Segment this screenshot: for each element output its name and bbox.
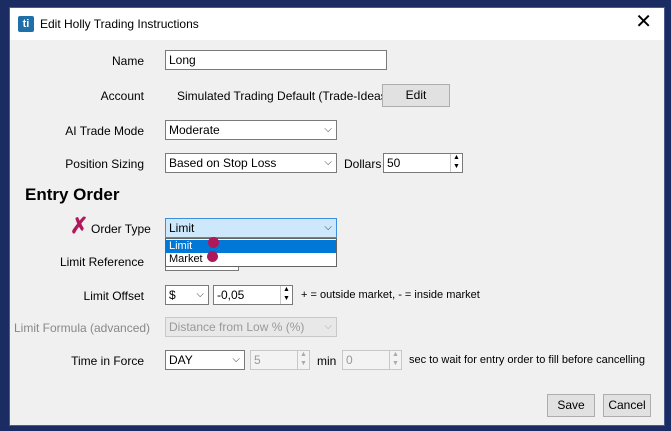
save-button[interactable]: Save xyxy=(547,394,595,417)
limit-offset-spinner[interactable]: ▲ ▼ xyxy=(280,286,292,304)
seconds-spinner[interactable]: ▲ ▼ xyxy=(389,351,401,369)
limit-offset-input[interactable]: -0,05 ▲ ▼ xyxy=(213,285,293,305)
chevron-down-icon: ⌵ xyxy=(324,222,332,233)
dollars-value: 50 xyxy=(387,156,401,170)
account-value: Simulated Trading Default (Trade-Ideas) xyxy=(177,89,391,103)
chevron-down-icon: ⌵ xyxy=(324,157,332,168)
position-sizing-value: Based on Stop Loss xyxy=(169,156,277,170)
annotation-x-mark-icon: ✗ xyxy=(70,213,89,238)
time-in-force-select[interactable]: DAY ⌵ xyxy=(165,350,245,370)
limit-formula-select[interactable]: Distance from Low % (%) ⌵ xyxy=(165,317,337,337)
time-in-force-label: Time in Force xyxy=(71,354,144,368)
entry-order-heading: Entry Order xyxy=(25,185,120,204)
limit-formula-label: Limit Formula (advanced) xyxy=(14,321,151,335)
account-label: Account xyxy=(100,89,144,103)
minutes-spinner[interactable]: ▲ ▼ xyxy=(297,351,309,369)
order-type-select[interactable]: Limit ⌵ xyxy=(165,218,337,238)
seconds-input[interactable]: 0 ▲ ▼ xyxy=(342,350,402,370)
limit-offset-unit-select[interactable]: $ ⌵ xyxy=(165,285,209,305)
minutes-label: min xyxy=(317,354,337,368)
name-label: Name xyxy=(111,54,144,68)
minutes-input[interactable]: 5 ▲ ▼ xyxy=(250,350,310,370)
order-type-label: Order Type xyxy=(91,222,151,236)
close-icon[interactable]: ✕ xyxy=(635,12,652,32)
chevron-down-icon: ⌵ xyxy=(232,354,240,365)
limit-formula-value: Distance from Low % (%) xyxy=(169,320,305,334)
time-in-force-value: DAY xyxy=(169,353,193,367)
dropdown-option-limit[interactable]: Limit xyxy=(166,240,336,253)
dollars-spinner[interactable]: ▲ ▼ xyxy=(450,154,462,172)
chevron-down-icon: ⌵ xyxy=(324,124,332,135)
name-input[interactable]: Long xyxy=(165,50,387,70)
position-sizing-select[interactable]: Based on Stop Loss ⌵ xyxy=(165,153,337,173)
ai-trade-mode-label: AI Trade Mode xyxy=(65,124,144,138)
ai-trade-mode-value: Moderate xyxy=(169,123,220,137)
minutes-value: 5 xyxy=(254,353,261,367)
dollars-label: Dollars xyxy=(344,157,382,171)
chevron-down-icon: ⌵ xyxy=(324,321,332,332)
dropdown-option-market[interactable]: Market xyxy=(166,253,336,266)
limit-reference-label: Limit Reference xyxy=(59,255,144,269)
dollars-input[interactable]: 50 ▲ ▼ xyxy=(383,153,463,173)
limit-offset-hint: + = outside market, - = inside market xyxy=(301,289,480,301)
title-bar: ti Edit Holly Trading Instructions ✕ xyxy=(10,8,664,40)
annotation-dot-icon xyxy=(208,237,219,248)
order-type-value: Limit xyxy=(169,221,195,235)
limit-offset-label: Limit Offset xyxy=(83,289,144,303)
window-title: Edit Holly Trading Instructions xyxy=(40,17,199,31)
position-sizing-label: Position Sizing xyxy=(65,157,144,171)
ai-trade-mode-select[interactable]: Moderate ⌵ xyxy=(165,120,337,140)
chevron-down-icon: ⌵ xyxy=(196,289,204,300)
app-icon: ti xyxy=(18,16,34,32)
order-type-dropdown: Limit Market xyxy=(165,238,337,267)
limit-offset-value: -0,05 xyxy=(217,288,245,302)
annotation-dot-icon xyxy=(207,251,218,262)
dialog-window: ti Edit Holly Trading Instructions ✕ Nam… xyxy=(9,7,665,426)
seconds-value: 0 xyxy=(346,353,353,367)
cancel-button[interactable]: Cancel xyxy=(603,394,651,417)
edit-account-button[interactable]: Edit xyxy=(382,84,450,107)
limit-offset-unit: $ xyxy=(169,288,176,302)
seconds-label: sec to wait for entry order to fill befo… xyxy=(409,354,646,366)
